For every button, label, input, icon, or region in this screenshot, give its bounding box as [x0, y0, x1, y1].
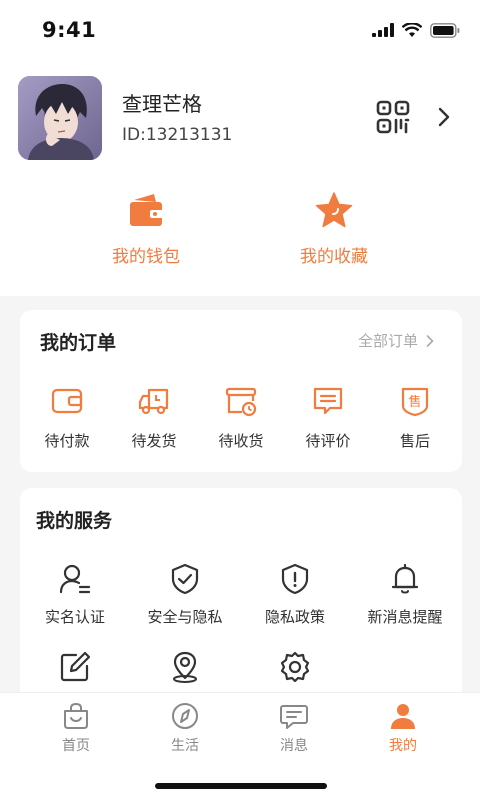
favorites-button[interactable]: 我的收藏: [274, 190, 394, 270]
qr-code-icon[interactable]: [376, 100, 410, 134]
service-security[interactable]: 安全与隐私: [130, 562, 240, 627]
avatar[interactable]: [18, 76, 102, 160]
bag-icon: [64, 702, 88, 729]
service-label: 新消息提醒: [367, 608, 443, 626]
wifi-icon: [402, 22, 422, 37]
order-pending-payment[interactable]: 待付款: [27, 384, 107, 451]
tab-label: 我的: [389, 738, 417, 754]
order-label: 售后: [399, 432, 430, 450]
svg-text:售: 售: [408, 394, 421, 410]
wallet-label: 我的钱包: [112, 247, 180, 267]
person-icon: [391, 704, 415, 729]
bell-icon: [391, 563, 419, 594]
truck-icon: [138, 388, 169, 415]
service-label: 安全与隐私: [147, 608, 223, 626]
shield-alert-icon: [281, 563, 309, 595]
services-title: 我的服务: [36, 510, 113, 532]
orders-card: 我的订单 全部订单 待付款 待发货 待收货 待评价 售 售后: [20, 310, 462, 472]
all-orders-link[interactable]: 全部订单: [358, 330, 434, 351]
service-real-name[interactable]: 实名认证: [20, 562, 130, 627]
service-label: 实名认证: [44, 608, 105, 626]
order-pending-receipt[interactable]: 待收货: [201, 384, 281, 451]
profile-section[interactable]: 查理芒格 ID:13213131: [0, 70, 480, 166]
chevron-right-icon[interactable]: [436, 106, 452, 128]
tab-mine[interactable]: 我的: [363, 701, 443, 755]
tab-life[interactable]: 生活: [145, 701, 225, 755]
order-label: 待付款: [44, 432, 90, 450]
status-icons: [372, 20, 460, 40]
status-time: 9:41: [42, 18, 97, 42]
wallet-button[interactable]: 我的钱包: [86, 190, 206, 270]
service-settings[interactable]: [240, 650, 350, 694]
favorites-label: 我的收藏: [300, 247, 368, 267]
service-label: 隐私政策: [264, 608, 325, 626]
order-pending-shipment[interactable]: 待发货: [114, 384, 194, 451]
shield-check-icon: [171, 563, 199, 595]
wallet-icon: [51, 388, 83, 414]
service-privacy-policy[interactable]: 隐私政策: [240, 562, 350, 627]
status-bar: 9:41: [0, 0, 480, 60]
tab-home[interactable]: 首页: [36, 701, 116, 755]
user-id: ID:13213131: [122, 125, 233, 145]
star-icon: [315, 192, 353, 228]
comment-icon: [313, 387, 343, 415]
orders-title: 我的订单: [40, 332, 117, 354]
service-notifications[interactable]: 新消息提醒: [350, 562, 460, 627]
edit-icon: [60, 651, 91, 682]
tab-label: 生活: [171, 738, 199, 754]
order-after-sales[interactable]: 售 售后: [375, 384, 455, 451]
compass-icon: [172, 703, 198, 729]
box-clock-icon: [225, 387, 257, 417]
home-indicator[interactable]: [155, 783, 327, 789]
location-icon: [173, 651, 197, 683]
order-label: 待发货: [131, 432, 177, 450]
tab-label: 消息: [280, 738, 308, 754]
avatar-image: [18, 76, 102, 160]
wallet-icon: [130, 194, 164, 226]
service-edit[interactable]: [20, 650, 130, 694]
chevron-right-icon: [426, 334, 434, 347]
tab-label: 首页: [62, 738, 90, 754]
order-label: 待评价: [305, 432, 351, 450]
order-pending-review[interactable]: 待评价: [288, 384, 368, 451]
tab-messages[interactable]: 消息: [254, 701, 334, 755]
message-icon: [280, 705, 308, 729]
services-card: 我的服务 实名认证 安全与隐私 隐私政策 新消息提醒: [20, 488, 462, 718]
user-verify-icon: [59, 564, 91, 594]
service-location[interactable]: [130, 650, 240, 694]
user-name: 查理芒格: [122, 92, 202, 116]
order-label: 待收货: [218, 432, 264, 450]
profile-header: 9:41 查理芒格 ID:13213131 我的钱包 我的收藏: [0, 0, 480, 296]
signal-icon: [372, 23, 394, 37]
settings-icon: [280, 651, 310, 683]
battery-icon: [430, 22, 460, 38]
shield-sale-icon: 售: [401, 387, 429, 417]
all-orders-label: 全部订单: [357, 332, 418, 350]
